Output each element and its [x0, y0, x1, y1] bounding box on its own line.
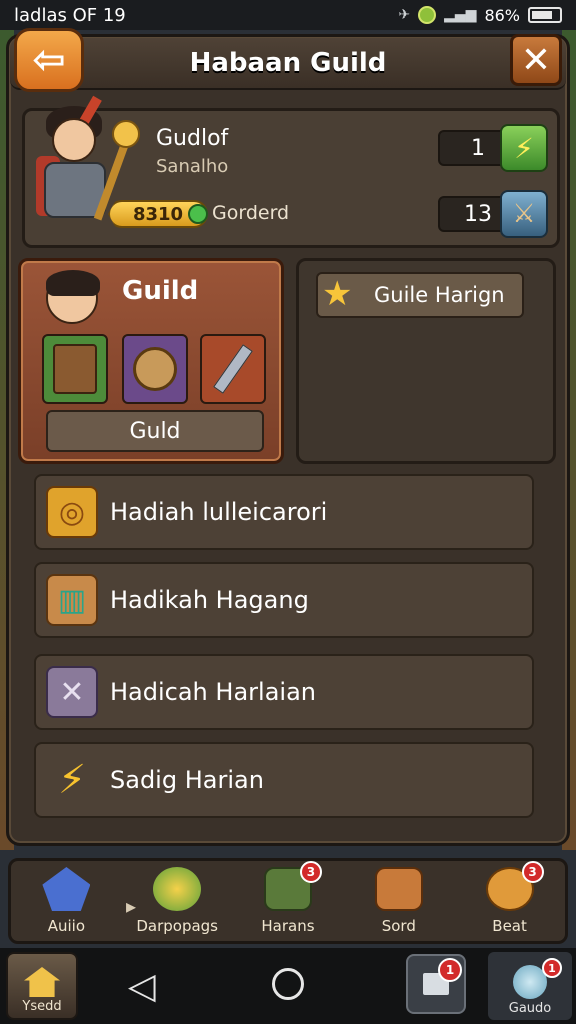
- home-app-button[interactable]: Ysedd: [6, 952, 78, 1020]
- wifi-icon: ✈: [398, 7, 411, 23]
- coin-swirl-icon: ◎: [46, 486, 98, 538]
- star-icon: ★: [322, 274, 353, 314]
- recents-badge: 1: [438, 958, 462, 982]
- status-bar: ladlas OF 19 ✈ ▂▄▆ 86%: [0, 0, 576, 30]
- nav-label: Auiio: [47, 917, 86, 935]
- page-title: Habaan Guild: [189, 48, 387, 78]
- nav-item-beat[interactable]: 3 Beat: [460, 861, 560, 935]
- list-item[interactable]: ◎ Hadiah lulleicarori: [34, 474, 534, 550]
- spellbook-icon: [53, 344, 97, 394]
- pinned-app-badge: 1: [542, 958, 562, 978]
- chest-icon: [374, 867, 423, 911]
- weapon-icon: ⚔: [512, 199, 536, 229]
- scroll-icon: [133, 347, 177, 391]
- list-item-label: Hadicah Harlaian: [110, 678, 316, 706]
- guild-item-hammer[interactable]: [200, 334, 266, 404]
- player-name: Gudlof: [156, 126, 229, 151]
- nav-label: Beat: [492, 917, 527, 935]
- nav-item-sord[interactable]: Sord: [349, 867, 449, 935]
- guild-item-scroll[interactable]: [122, 334, 188, 404]
- system-back-icon[interactable]: ◁: [128, 966, 156, 1007]
- signal-icon: ▂▄▆: [444, 7, 477, 23]
- gold-label: Gorderd: [212, 202, 290, 224]
- notification-badge: 3: [299, 861, 322, 883]
- nav-label: Harans: [261, 917, 315, 935]
- hero-head: [52, 118, 96, 162]
- lightning-icon: ⚡: [57, 757, 87, 803]
- list-item-label: Hadikah Hagang: [110, 586, 309, 614]
- nav-label: Sord: [381, 917, 416, 935]
- system-home-icon[interactable]: [272, 968, 304, 1000]
- status-time: ladlas OF 19: [14, 4, 126, 26]
- list-item[interactable]: ✕ Hadicah Harlaian: [34, 654, 534, 730]
- chevron-right-icon: ▸: [126, 894, 137, 918]
- close-icon: ✕: [520, 39, 552, 81]
- list-item-label: Hadiah lulleicarori: [110, 498, 328, 526]
- egg-icon: [153, 867, 202, 911]
- list-item[interactable]: ▥ Hadikah Hagang: [34, 562, 534, 638]
- list-item-label: Sadig Harian: [110, 766, 264, 794]
- notification-coin-icon: [418, 6, 437, 24]
- player-subtitle: Sanalho: [156, 156, 229, 177]
- game-bottom-nav: Auiio Darpopags 3 Harans Sord 3 Beat: [8, 858, 568, 944]
- home-app-label: Ysedd: [22, 999, 62, 1014]
- lightning-icon: ⚡: [514, 131, 534, 165]
- house-icon: [24, 967, 60, 997]
- hero-staff-head: [112, 120, 140, 148]
- guild-leader-avatar: [46, 270, 100, 324]
- status-icons: ✈ ▂▄▆ 86%: [398, 6, 562, 25]
- energy-button[interactable]: ⚡: [500, 124, 548, 172]
- notification-badge: 3: [521, 861, 544, 883]
- guild-card-title: Guild: [122, 276, 199, 306]
- window-header: Habaan Guild: [10, 38, 566, 90]
- battery-icon: [528, 7, 562, 23]
- gem-icon: [188, 204, 208, 224]
- crystal-icon: [42, 867, 91, 911]
- pinned-app-label: Gaudo: [508, 1001, 552, 1016]
- guild-item-book[interactable]: [42, 334, 108, 404]
- crossed-swords-icon: ✕: [46, 666, 98, 718]
- treasure-box-icon: ▥: [46, 574, 98, 626]
- nav-item-harans[interactable]: 3 Harans: [238, 861, 338, 935]
- arrow-left-icon: ⇦: [32, 37, 66, 83]
- nav-item-darpopags[interactable]: Darpopags: [127, 867, 227, 935]
- guild-harign-label: Guile Harign: [374, 283, 505, 307]
- guild-button[interactable]: Guld: [46, 410, 264, 452]
- nav-item-auiio[interactable]: Auiio: [16, 867, 116, 935]
- hammer-icon: [213, 344, 253, 394]
- back-button[interactable]: ⇦: [14, 28, 84, 92]
- equipment-button[interactable]: ⚔: [500, 190, 548, 238]
- nav-label: Darpopags: [136, 917, 219, 935]
- list-item[interactable]: ⚡ Sadig Harian: [34, 742, 534, 818]
- battery-percent: 86%: [484, 5, 520, 25]
- close-button[interactable]: ✕: [510, 34, 562, 86]
